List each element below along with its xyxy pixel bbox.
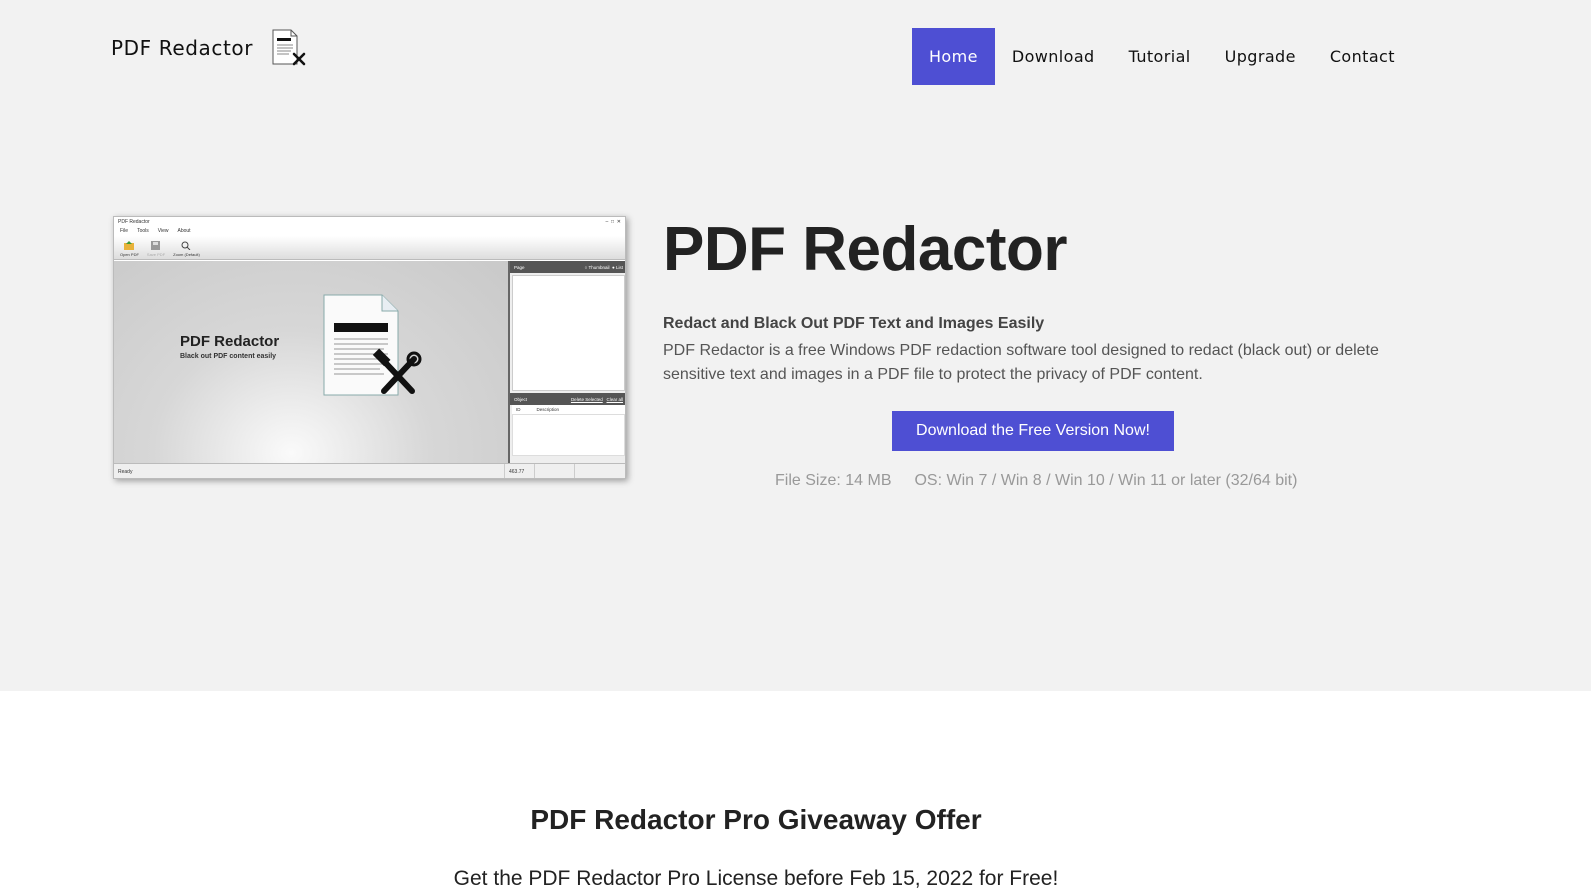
zoom-icon xyxy=(181,241,191,251)
nav-download[interactable]: Download xyxy=(995,28,1112,85)
toolbar-save-label: Save PDF xyxy=(146,252,166,257)
clear-all-link: Clear all xyxy=(606,396,623,402)
object-panel-label: Object xyxy=(514,396,528,402)
status-ready: Ready xyxy=(118,469,133,475)
nav-home[interactable]: Home xyxy=(912,28,995,85)
save-icon xyxy=(151,241,161,250)
toolbar-open-pdf: Open PDF xyxy=(120,241,139,257)
object-panel-header: Object Delete Selected Clear all xyxy=(510,393,625,405)
app-screenshot: PDF Redactor – □ ✕ File Tools View About… xyxy=(113,216,626,479)
brand-name[interactable]: PDF Redactor xyxy=(111,36,253,60)
menu-view: View xyxy=(157,228,169,234)
toolbar-zoom: Zoom (Default) xyxy=(173,241,200,257)
hero-title: PDF Redactor xyxy=(663,215,1067,284)
toolbar-zoom-label: Zoom (Default) xyxy=(173,252,200,257)
giveaway-title: PDF Redactor Pro Giveaway Offer xyxy=(530,804,982,835)
toolbar-open-label: Open PDF xyxy=(120,252,139,257)
window-controls: – □ ✕ xyxy=(605,219,621,225)
side-panel: Page ○ Thumbnail ● List Object Delete Se… xyxy=(508,261,625,463)
document-canvas: PDF Redactor Black out PDF content easil… xyxy=(114,261,508,463)
status-bar: Ready 463.77 xyxy=(114,463,625,478)
brand-logo[interactable]: PDF Redactor xyxy=(111,28,307,68)
window-menu: File Tools View About xyxy=(114,228,625,236)
canvas-subtitle: Black out PDF content easily xyxy=(180,353,277,360)
delete-selected-link: Delete Selected xyxy=(570,396,603,402)
object-list xyxy=(512,414,625,456)
menu-about: About xyxy=(177,228,191,234)
status-coords: 463.77 xyxy=(504,464,534,478)
main-nav: Home Download Tutorial Upgrade Contact xyxy=(912,28,1412,85)
os-support: OS: Win 7 / Win 8 / Win 10 / Win 11 or l… xyxy=(914,472,1298,489)
hero-content: PDF Redactor Redact and Black Out PDF Te… xyxy=(663,214,1383,387)
page-panel-options: ○ Thumbnail ● List xyxy=(584,264,623,270)
giveaway-text: Get the PDF Redactor Pro License before … xyxy=(453,867,1059,889)
page-panel-header: Page ○ Thumbnail ● List xyxy=(510,261,625,273)
nav-tutorial[interactable]: Tutorial xyxy=(1112,28,1208,85)
hero-description: PDF Redactor is a free Windows PDF redac… xyxy=(663,342,1379,383)
giveaway-section: PDF Redactor Pro Giveaway Offer Get the … xyxy=(0,691,1591,889)
column-description: Description xyxy=(536,407,560,412)
nav-contact[interactable]: Contact xyxy=(1313,28,1412,85)
toolbar-save-pdf: Save PDF xyxy=(147,241,165,257)
menu-file: File xyxy=(120,228,129,234)
document-tools-icon xyxy=(271,28,307,68)
open-folder-icon xyxy=(124,241,135,250)
status-seg-2 xyxy=(534,464,574,478)
window-toolbar: Open PDF Save PDF Zoom (Default) xyxy=(114,236,625,260)
nav-upgrade[interactable]: Upgrade xyxy=(1208,28,1313,85)
download-free-button[interactable]: Download the Free Version Now! xyxy=(892,411,1174,451)
column-id: ID xyxy=(516,407,521,412)
redacted-document-icon xyxy=(323,294,422,396)
canvas-title: PDF Redactor xyxy=(180,333,280,350)
object-columns: ID Description xyxy=(512,405,625,414)
option-thumbnail: Thumbnail xyxy=(588,264,610,270)
status-seg-3 xyxy=(574,464,614,478)
option-list: List xyxy=(615,264,623,270)
download-meta: File Size: 14 MB OS: Win 7 / Win 8 / Win… xyxy=(775,472,1297,490)
page-thumbnail-area xyxy=(512,275,625,391)
hero-subtitle: Redact and Black Out PDF Text and Images… xyxy=(663,315,1045,332)
window-titlebar: PDF Redactor – □ ✕ xyxy=(114,217,625,228)
file-size: File Size: 14 MB xyxy=(775,472,892,489)
menu-tools: Tools xyxy=(137,228,149,234)
window-title: PDF Redactor xyxy=(118,219,150,225)
page-panel-label: Page xyxy=(514,264,525,270)
